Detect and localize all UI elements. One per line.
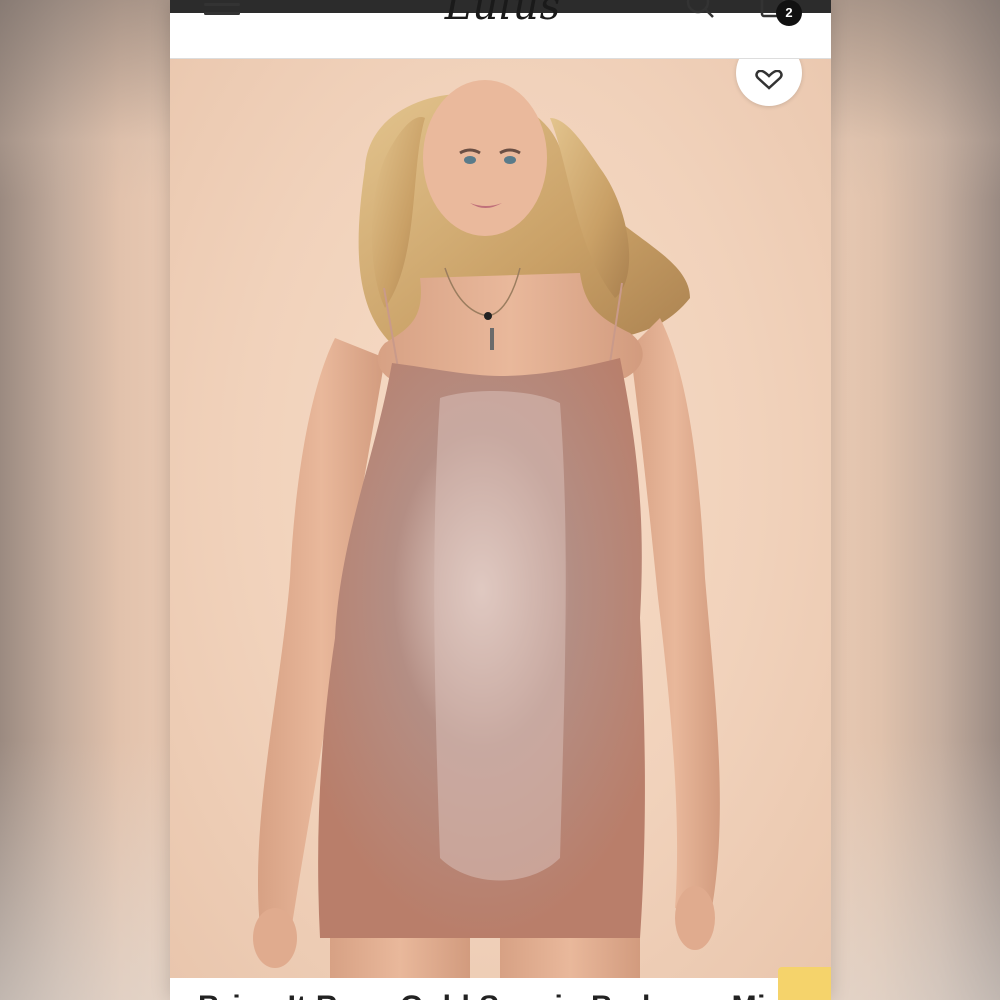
- face: [423, 80, 547, 236]
- product-title-bar: Bring It Rose Gold Sequin Bodycon Mi: [170, 978, 831, 1000]
- cart-count-badge: 2: [776, 0, 802, 26]
- chat-tab[interactable]: [778, 967, 831, 1000]
- logo[interactable]: Lulus: [428, 0, 578, 26]
- model-illustration: [253, 80, 720, 978]
- phone-screen: Lulus 2 Bring It Rose Gold Sequin Bodyco…: [170, 0, 831, 1000]
- site-header: Lulus 2: [170, 0, 831, 59]
- product-title: Bring It Rose Gold Sequin Bodycon Mi: [198, 990, 766, 1000]
- product-image[interactable]: [170, 58, 831, 978]
- search-icon[interactable]: [684, 0, 716, 18]
- heart-icon: [755, 70, 783, 90]
- menu-icon[interactable]: [204, 0, 240, 16]
